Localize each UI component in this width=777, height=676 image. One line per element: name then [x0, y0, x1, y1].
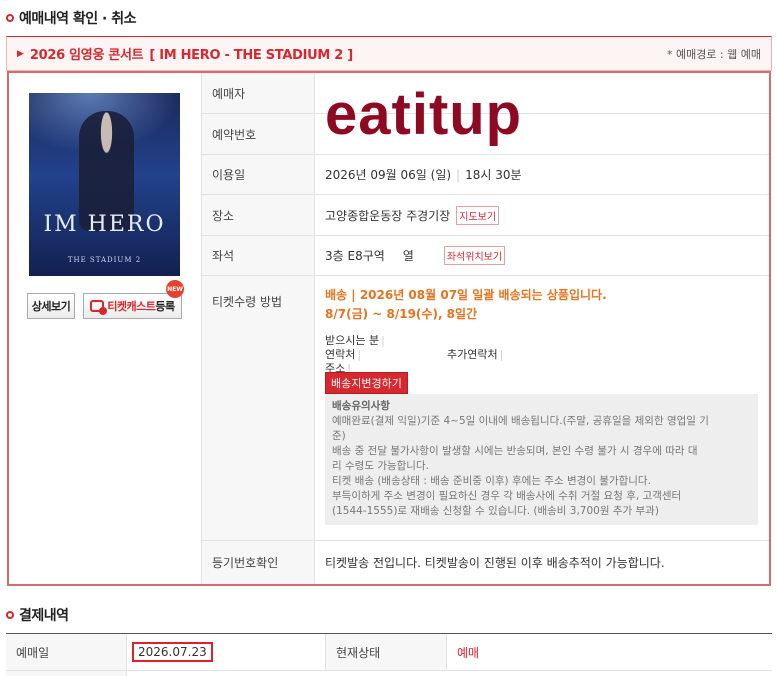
poster-subtitle: THE STADIUM 2: [67, 256, 142, 264]
poster-title: IM HERO: [43, 212, 166, 237]
register-label: 등록: [155, 300, 175, 313]
notice-line: 준): [332, 430, 346, 442]
delivery-value: 배송 | 2026년 08월 07일 일괄 배송되는 상품입니다. 8/7(금)…: [325, 276, 765, 540]
status-label: 현재상태: [325, 634, 447, 670]
seat-position-button[interactable]: 좌석위치보기: [443, 246, 506, 265]
notice-line: 부득이하게 주소 변경이 필요하신 경우 각 배송사에 수취 거절 요청 후, …: [332, 490, 682, 502]
booking-date-text: 2026.07.23: [132, 642, 213, 662]
map-view-button[interactable]: 지도보기: [456, 205, 500, 225]
seat-value: 3층 E8구역 열 좌석위치보기: [325, 236, 759, 275]
seat-floor: 3층 E8구역: [325, 249, 385, 263]
change-address-button[interactable]: 배송지변경하기: [325, 372, 408, 394]
registered-mail-value: 티켓발송 전입니다. 티켓발송이 진행된 이후 배송추적이 가능합니다.: [325, 556, 665, 570]
registered-mail-label: 등기번호확인: [201, 541, 315, 584]
notice-line: 리 수령도 가능합니다.: [332, 460, 429, 472]
row-delivery: 티켓수령 방법 배송 | 2026년 08월 07일 일괄 배송되는 상품입니다…: [201, 276, 769, 541]
divider: |: [456, 167, 461, 182]
venue-label: 장소: [201, 195, 315, 235]
divider: |: [357, 348, 362, 361]
detail-view-label: 상세보기: [31, 300, 71, 313]
ticketcast-register-button[interactable]: 티켓캐스트 등록: [83, 293, 182, 319]
delivery-notice: 배송유의사항 예매완료(결제 익일)기준 4~5일 이내에 배송됩니다.(주말,…: [325, 394, 758, 525]
payment-row: 예매일 2026.07.23 현재상태 예매: [6, 634, 772, 671]
use-date-time: 18시 30분: [465, 168, 522, 182]
booking-route: * 예매경로 : 웹 예매: [666, 47, 761, 61]
booking-date-label: 예매일: [6, 634, 127, 670]
poster-column: IM HERO THE STADIUM 2 상세보기 티켓캐스트 등록 NEW: [9, 73, 201, 584]
booking-number-label: 예약번호: [201, 114, 315, 154]
bullet-ring-icon: [6, 14, 14, 22]
booker-label: 예매자: [201, 73, 315, 113]
partial-label-cell: [6, 671, 127, 676]
venue-value: 고양종합운동장 주경기장 지도보기: [325, 195, 759, 235]
reservation-section-title: 예매내역 확인 · 취소: [6, 8, 136, 28]
detail-view-button[interactable]: 상세보기: [27, 293, 75, 319]
concert-poster[interactable]: IM HERO THE STADIUM 2: [29, 93, 180, 276]
delivery-label: 티켓수령 방법: [201, 276, 315, 540]
payment-row-partial: [6, 671, 772, 676]
triangle-right-icon: ▶: [17, 48, 24, 59]
row-registered-mail: 등기번호확인 티켓발송 전입니다. 티켓발송이 진행된 이후 배송추적이 가능합…: [201, 541, 769, 584]
notice-line: 티켓 배송 (배송상태 : 배송 준비중 이후) 후에는 주소 변경이 불가합니…: [332, 475, 651, 487]
section-title-text: 예매내역 확인 · 취소: [19, 11, 136, 27]
venue-name: 고양종합운동장 주경기장: [325, 208, 451, 223]
ticket-add-icon: [90, 300, 108, 315]
row-use-date: 이용일 2026년 09월 06일 (일) | 18시 30분: [201, 155, 769, 195]
new-badge: NEW: [166, 280, 184, 298]
notice-title: 배송유의사항: [332, 400, 390, 412]
use-date-date: 2026년 09월 06일 (일): [325, 168, 452, 182]
delivery-headline: 배송 | 2026년 08월 07일 일괄 배송되는 상품입니다.: [325, 288, 607, 302]
notice-line: 예매완료(결제 익일)기준 4~5일 이내에 배송됩니다.(주말, 공휴일을 제…: [332, 415, 709, 427]
use-date-label: 이용일: [201, 155, 315, 194]
divider: |: [499, 348, 504, 361]
concert-title: 2026 임영웅 콘서트 [ IM HERO - THE STADIUM 2 ]: [30, 44, 359, 63]
bullet-ring-icon: [6, 611, 14, 619]
booking-date-value: 2026.07.23: [132, 634, 322, 670]
concert-title-name: [ IM HERO - THE STADIUM 2 ]: [149, 48, 353, 63]
status-value: 예매: [457, 645, 480, 660]
concert-title-year: 2026 임영웅 콘서트: [29, 48, 144, 63]
row-seat: 좌석 3층 E8구역 열 좌석위치보기: [201, 236, 769, 276]
row-venue: 장소 고양종합운동장 주경기장 지도보기: [201, 195, 769, 236]
seat-label: 좌석: [201, 236, 315, 275]
payment-table: 예매일 2026.07.23 현재상태 예매: [6, 633, 772, 676]
payment-section-title: 결제내역: [6, 605, 69, 625]
notice-line: (1544-1555)로 재배송 신청할 수 있습니다. (배송비 3,700원…: [332, 505, 659, 517]
use-date-value: 2026년 09월 06일 (일) | 18시 30분: [325, 155, 759, 194]
watermark-text: eatitup: [325, 82, 523, 147]
ticketcast-label: 티켓캐스트: [107, 300, 156, 313]
concert-title-bar: ▶ 2026 임영웅 콘서트 [ IM HERO - THE STADIUM 2 …: [6, 36, 772, 71]
seat-column: 열: [402, 249, 414, 263]
notice-line: 배송 중 전달 불가사항이 발생할 시에는 반송되며, 본인 수령 불가 시 경…: [332, 445, 698, 457]
extra-contact-label: 추가연락처: [447, 348, 498, 361]
divider: |: [381, 334, 385, 347]
extra-contact-field: 추가연락처 |: [447, 346, 503, 362]
delivery-period: 8/7(금) ~ 8/19(수), 8일간: [325, 307, 478, 321]
section-title-text: 결제내역: [19, 608, 69, 624]
